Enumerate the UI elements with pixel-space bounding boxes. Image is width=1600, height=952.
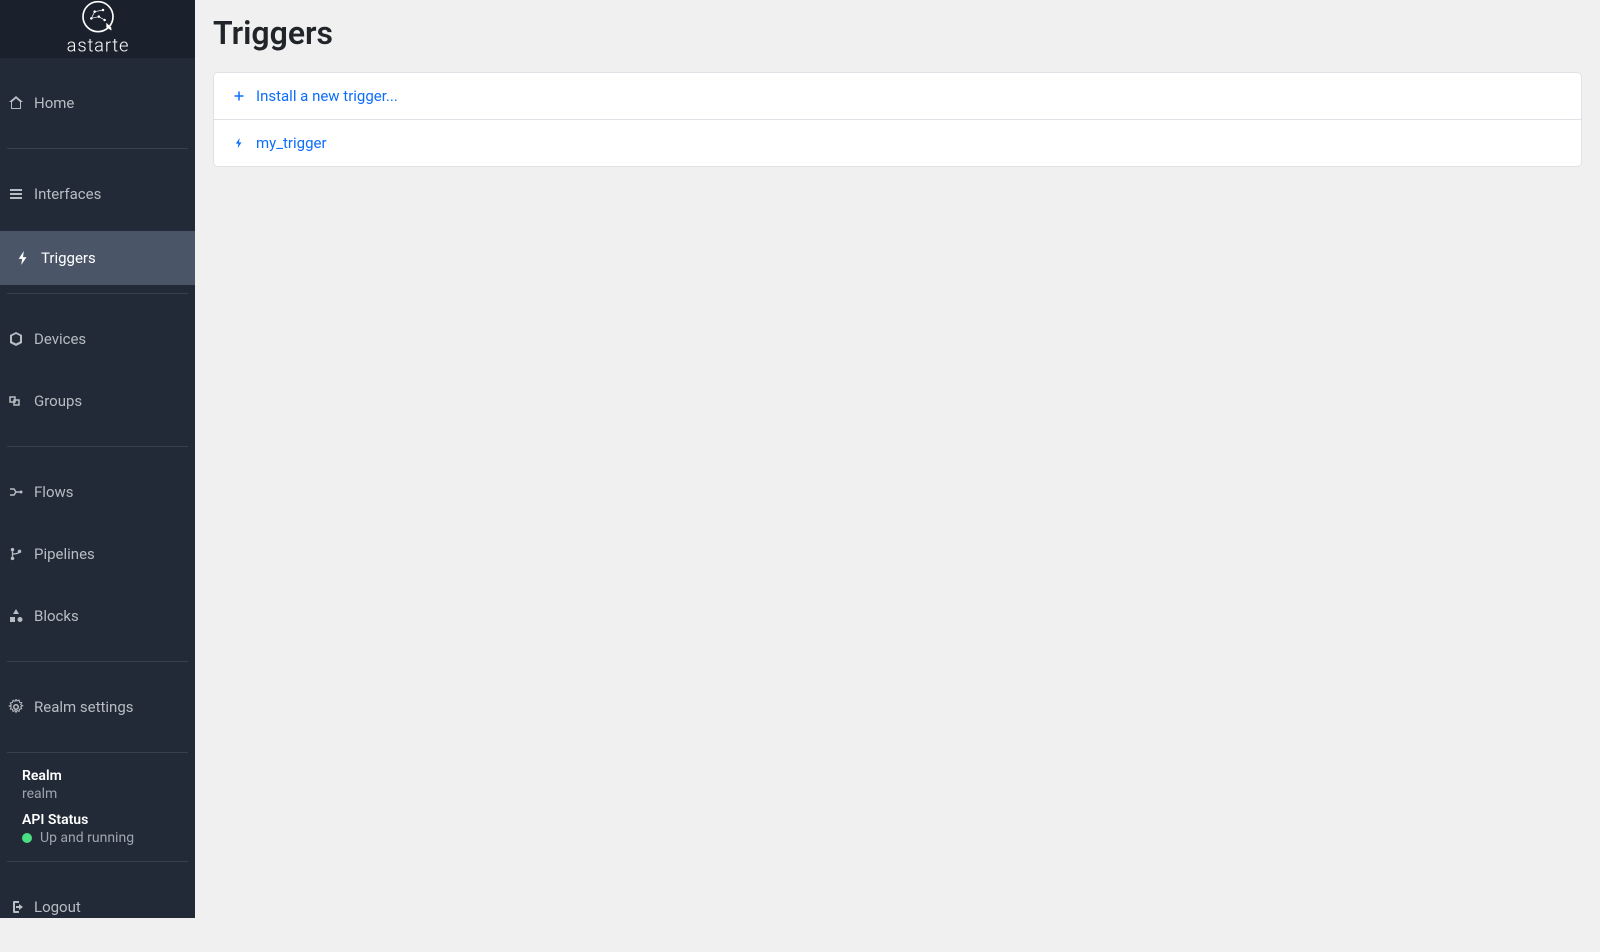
sidebar-item-realm-settings[interactable]: Realm settings (0, 682, 202, 732)
sidebar-item-label: Realm settings (34, 698, 134, 716)
gear-icon (8, 699, 24, 715)
triggers-list: Install a new trigger... my_trigger (213, 72, 1582, 167)
realm-value: realm (22, 786, 173, 802)
api-status-indicator: Up and running (22, 830, 173, 846)
install-new-trigger[interactable]: Install a new trigger... (214, 73, 1581, 120)
logout-icon (8, 899, 24, 915)
sidebar-item-groups[interactable]: Groups (0, 376, 202, 426)
page-title: Triggers (213, 14, 1582, 52)
sidebar-item-flows[interactable]: Flows (0, 467, 202, 517)
sidebar: astarte Home Interfaces Triggers (0, 0, 195, 918)
sidebar-item-triggers[interactable]: Triggers (0, 231, 202, 285)
install-new-trigger-label: Install a new trigger... (256, 87, 398, 105)
sidebar-item-label: Triggers (41, 249, 96, 267)
sidebar-item-logout[interactable]: Logout (0, 882, 202, 932)
group-icon (8, 393, 24, 409)
list-icon (8, 186, 24, 202)
sidebar-item-label: Pipelines (34, 545, 95, 563)
bolt-icon (232, 136, 246, 150)
realm-label: Realm (22, 768, 173, 784)
plus-icon (232, 89, 246, 103)
api-status-label: API Status (22, 812, 173, 828)
sidebar-item-devices[interactable]: Devices (0, 314, 202, 364)
svg-text:astarte: astarte (66, 36, 129, 57)
bolt-icon (15, 250, 31, 266)
sidebar-item-label: Interfaces (34, 185, 101, 203)
astarte-logo-icon: astarte (48, 0, 148, 58)
branch-icon (8, 546, 24, 562)
status-block: Realm realm API Status Up and running (0, 753, 195, 861)
sidebar-item-home[interactable]: Home (0, 78, 202, 128)
logo[interactable]: astarte (0, 0, 195, 58)
sidebar-item-label: Groups (34, 392, 82, 410)
sidebar-item-pipelines[interactable]: Pipelines (0, 529, 202, 579)
home-icon (8, 95, 24, 111)
sidebar-item-label: Devices (34, 330, 86, 348)
status-dot-icon (22, 833, 32, 843)
sidebar-item-blocks[interactable]: Blocks (0, 591, 202, 641)
shapes-icon (8, 608, 24, 624)
sidebar-item-label: Logout (34, 898, 81, 916)
trigger-name: my_trigger (256, 134, 327, 152)
sidebar-item-label: Home (34, 94, 74, 112)
main-content: Triggers Install a new trigger... my_tri… (195, 0, 1600, 918)
sidebar-item-label: Flows (34, 483, 74, 501)
sidebar-item-label: Blocks (34, 607, 79, 625)
api-status-value: Up and running (40, 830, 134, 846)
trigger-item[interactable]: my_trigger (214, 120, 1581, 166)
flow-icon (8, 484, 24, 500)
sidebar-item-interfaces[interactable]: Interfaces (0, 169, 202, 219)
cube-icon (8, 331, 24, 347)
